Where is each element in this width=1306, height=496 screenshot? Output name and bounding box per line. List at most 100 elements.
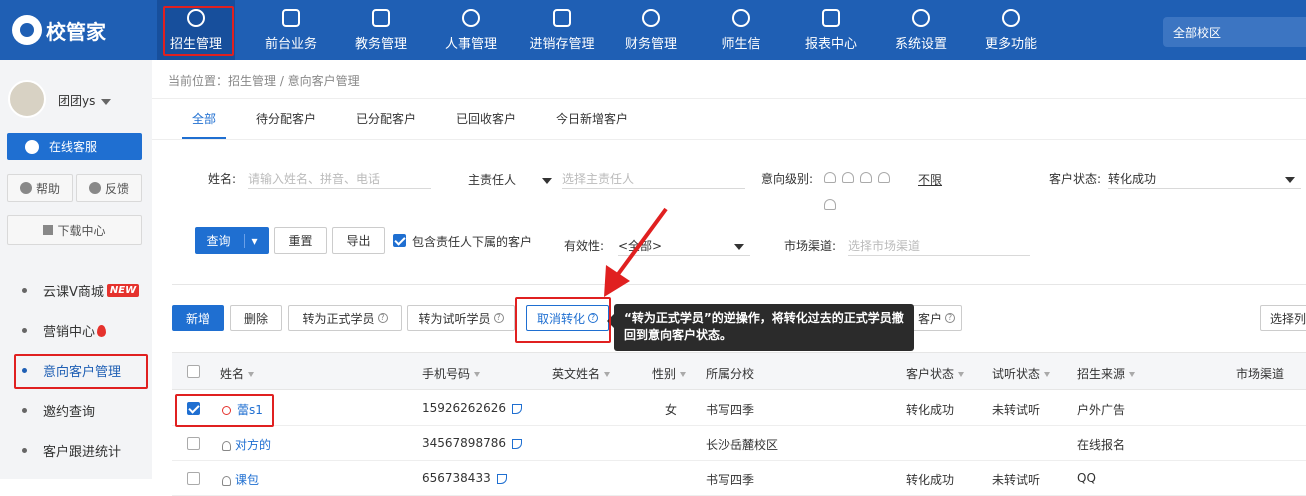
table-row[interactable]: 蕾s1 15926262626 女 书写四季 转化成功 未转试听 户外广告	[172, 391, 1306, 426]
help-button[interactable]: 帮助	[7, 174, 73, 202]
select-columns-button[interactable]: 选择列	[1260, 305, 1306, 331]
tooltip: “转为正式学员”的逆操作，将转化过去的正式学员撤回到意向客户状态。	[607, 304, 914, 351]
tab-unassigned[interactable]: 待分配客户	[256, 110, 316, 127]
user-menu[interactable]: 团团ys	[58, 92, 112, 109]
add-button[interactable]: 新增	[172, 305, 224, 331]
fire-icon	[97, 324, 107, 337]
help-icon	[19, 182, 32, 194]
campus-selector[interactable]: 全部校区	[1163, 17, 1306, 47]
nav-inventory[interactable]: 进销存管理	[520, 0, 604, 60]
col-name[interactable]: 姓名	[220, 365, 255, 382]
to-formal-button[interactable]: 转为正式学员?	[288, 305, 402, 331]
level-unlimited-link[interactable]: 不限	[918, 171, 942, 188]
row-checkbox[interactable]	[187, 437, 200, 450]
nav-label: 人事管理	[444, 36, 497, 52]
name-text: 课包	[235, 473, 260, 487]
nav-more[interactable]: 更多功能	[972, 0, 1050, 60]
tab-today-new[interactable]: 今日新增客户	[556, 110, 628, 127]
heart-icon[interactable]	[842, 172, 854, 183]
phone-cell: 656738433	[422, 471, 507, 485]
sidebar-item-mall[interactable]: 云课V商城 NEW	[22, 281, 140, 300]
level-hearts[interactable]	[824, 172, 896, 186]
heart-icon[interactable]	[824, 199, 836, 210]
table-header: 姓名 手机号码 英文姓名 性别 所属分校 客户状态 试听状态 招生来源 市场渠道	[172, 352, 1306, 390]
phone-icon[interactable]	[511, 438, 522, 449]
brand-name: 校管家	[46, 19, 106, 44]
inventory-icon	[553, 8, 571, 27]
customer-name-link[interactable]: 课包	[222, 471, 259, 488]
heart-icon[interactable]	[860, 172, 872, 183]
include-sub-checkbox[interactable]	[393, 234, 406, 247]
chevron-down-icon	[1285, 177, 1295, 183]
nav-finance[interactable]: 财务管理	[612, 0, 690, 60]
export-button[interactable]: 导出	[332, 227, 385, 254]
include-sub-label: 包含责任人下属的客户	[412, 235, 533, 249]
nav-messages[interactable]: 师生信	[702, 0, 780, 60]
feedback-button[interactable]: 反馈	[76, 174, 142, 202]
avatar[interactable]	[8, 80, 46, 118]
phone-icon[interactable]	[511, 403, 522, 414]
sort-icon	[958, 372, 965, 377]
nav-academic[interactable]: 教务管理	[342, 0, 420, 60]
heart-icon[interactable]	[824, 172, 836, 183]
sidebar-item-label: 邀约查询	[43, 405, 96, 420]
highlight-box	[175, 394, 274, 427]
name-search-input[interactable]: 请输入姓名、拼音、电话	[248, 167, 431, 189]
chevron-down-icon[interactable]: ▾	[244, 233, 258, 248]
owner-select[interactable]: 主责任人	[468, 171, 553, 188]
query-label: 查询	[206, 234, 231, 248]
heart-icon[interactable]	[878, 172, 890, 183]
nav-label: 教务管理	[354, 36, 407, 52]
nav-hr[interactable]: 人事管理	[432, 0, 510, 60]
owner-input[interactable]: 选择主责任人	[562, 167, 745, 189]
phone-text: 34567898786	[422, 436, 506, 450]
col-channel: 市场渠道	[1236, 367, 1285, 381]
annotation-arrow-icon	[604, 207, 668, 297]
col-english-name[interactable]: 英文姓名	[552, 365, 611, 382]
brand-logo[interactable]: 校管家	[12, 14, 152, 46]
front-desk-icon	[282, 8, 300, 27]
nav-settings[interactable]: 系统设置	[882, 0, 960, 60]
customer-name-link[interactable]: 对方的	[222, 436, 271, 453]
nav-reports[interactable]: 报表中心	[792, 0, 870, 60]
col-status[interactable]: 客户状态	[906, 365, 965, 382]
divider	[152, 98, 1306, 99]
download-center-button[interactable]: 下载中心	[7, 215, 142, 245]
query-button[interactable]: 查询 ▾	[195, 227, 269, 254]
col-label: 性别	[652, 367, 677, 381]
tab-assigned[interactable]: 已分配客户	[356, 110, 416, 127]
sidebar-item-followup-stats[interactable]: 客户跟进统计	[22, 441, 121, 460]
col-gender[interactable]: 性别	[652, 365, 687, 382]
status-select[interactable]: 转化成功	[1108, 167, 1301, 189]
col-phone[interactable]: 手机号码	[422, 365, 481, 382]
table-row[interactable]: 对方的 34567898786 长沙岳麓校区 在线报名	[172, 426, 1306, 461]
sidebar: 团团ys 在线客服 帮助 反馈 下载中心 云课V商城 NEW 营销中心 意向客户…	[0, 60, 152, 479]
col-source[interactable]: 招生来源	[1077, 365, 1136, 382]
new-badge: NEW	[106, 284, 140, 297]
col-trial[interactable]: 试听状态	[992, 365, 1051, 382]
question-icon: ?	[377, 313, 388, 323]
level-hearts-row2[interactable]	[824, 199, 842, 213]
sidebar-item-marketing[interactable]: 营销中心	[22, 321, 107, 340]
select-all-checkbox[interactable]	[187, 365, 200, 378]
tab-recycled[interactable]: 已回收客户	[456, 110, 516, 127]
to-formal-label: 转为正式学员	[302, 311, 375, 326]
reset-button[interactable]: 重置	[274, 227, 327, 254]
download-icon	[43, 225, 54, 235]
nav-label: 财务管理	[624, 36, 677, 52]
breadcrumb: 当前位置：招生管理 / 意向客户管理	[168, 74, 360, 88]
col-campus: 所属分校	[706, 367, 755, 381]
nav-front-desk[interactable]: 前台业务	[252, 0, 330, 60]
sort-icon	[248, 372, 255, 377]
to-trial-button[interactable]: 转为试听学员?	[407, 305, 515, 331]
online-service-button[interactable]: 在线客服	[7, 133, 142, 160]
channel-input[interactable]: 选择市场渠道	[848, 234, 1030, 256]
divider	[172, 284, 1306, 285]
chat-icon	[25, 139, 39, 154]
sidebar-item-label: 云课V商城	[43, 285, 104, 300]
divider	[152, 139, 1306, 140]
tab-all[interactable]: 全部	[192, 110, 216, 127]
sidebar-item-invitations[interactable]: 邀约查询	[22, 401, 95, 420]
delete-button[interactable]: 删除	[230, 305, 282, 331]
campus-cell: 长沙岳麓校区	[706, 438, 779, 452]
